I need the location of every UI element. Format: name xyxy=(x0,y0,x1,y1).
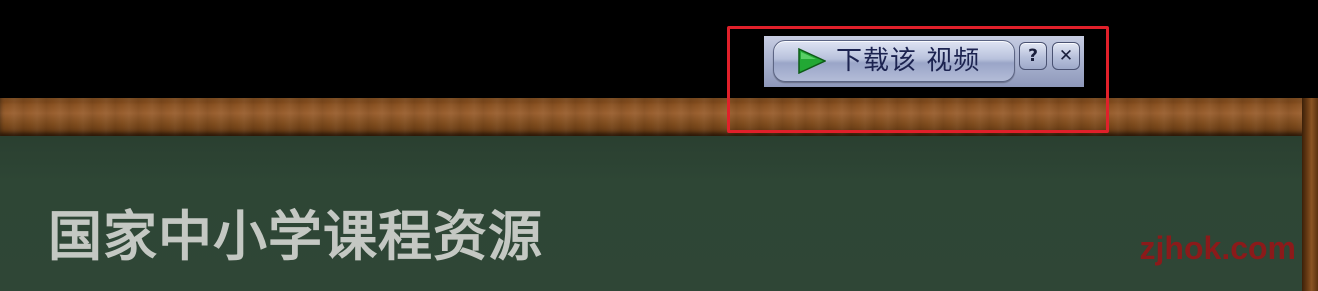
top-black-bar xyxy=(0,0,1318,98)
chalkboard-wood-frame xyxy=(0,98,1318,136)
watermark-text: zjhok.com xyxy=(1139,230,1296,266)
page-title: 国家中小学课程资源 xyxy=(48,205,543,268)
video-page: 国家中小学课程资源 zjhok.com 下载该 视频 ? ✕ xyxy=(0,0,1318,291)
highlight-annotation-box xyxy=(727,26,1109,133)
chalkboard-wood-frame-right xyxy=(1302,98,1318,291)
